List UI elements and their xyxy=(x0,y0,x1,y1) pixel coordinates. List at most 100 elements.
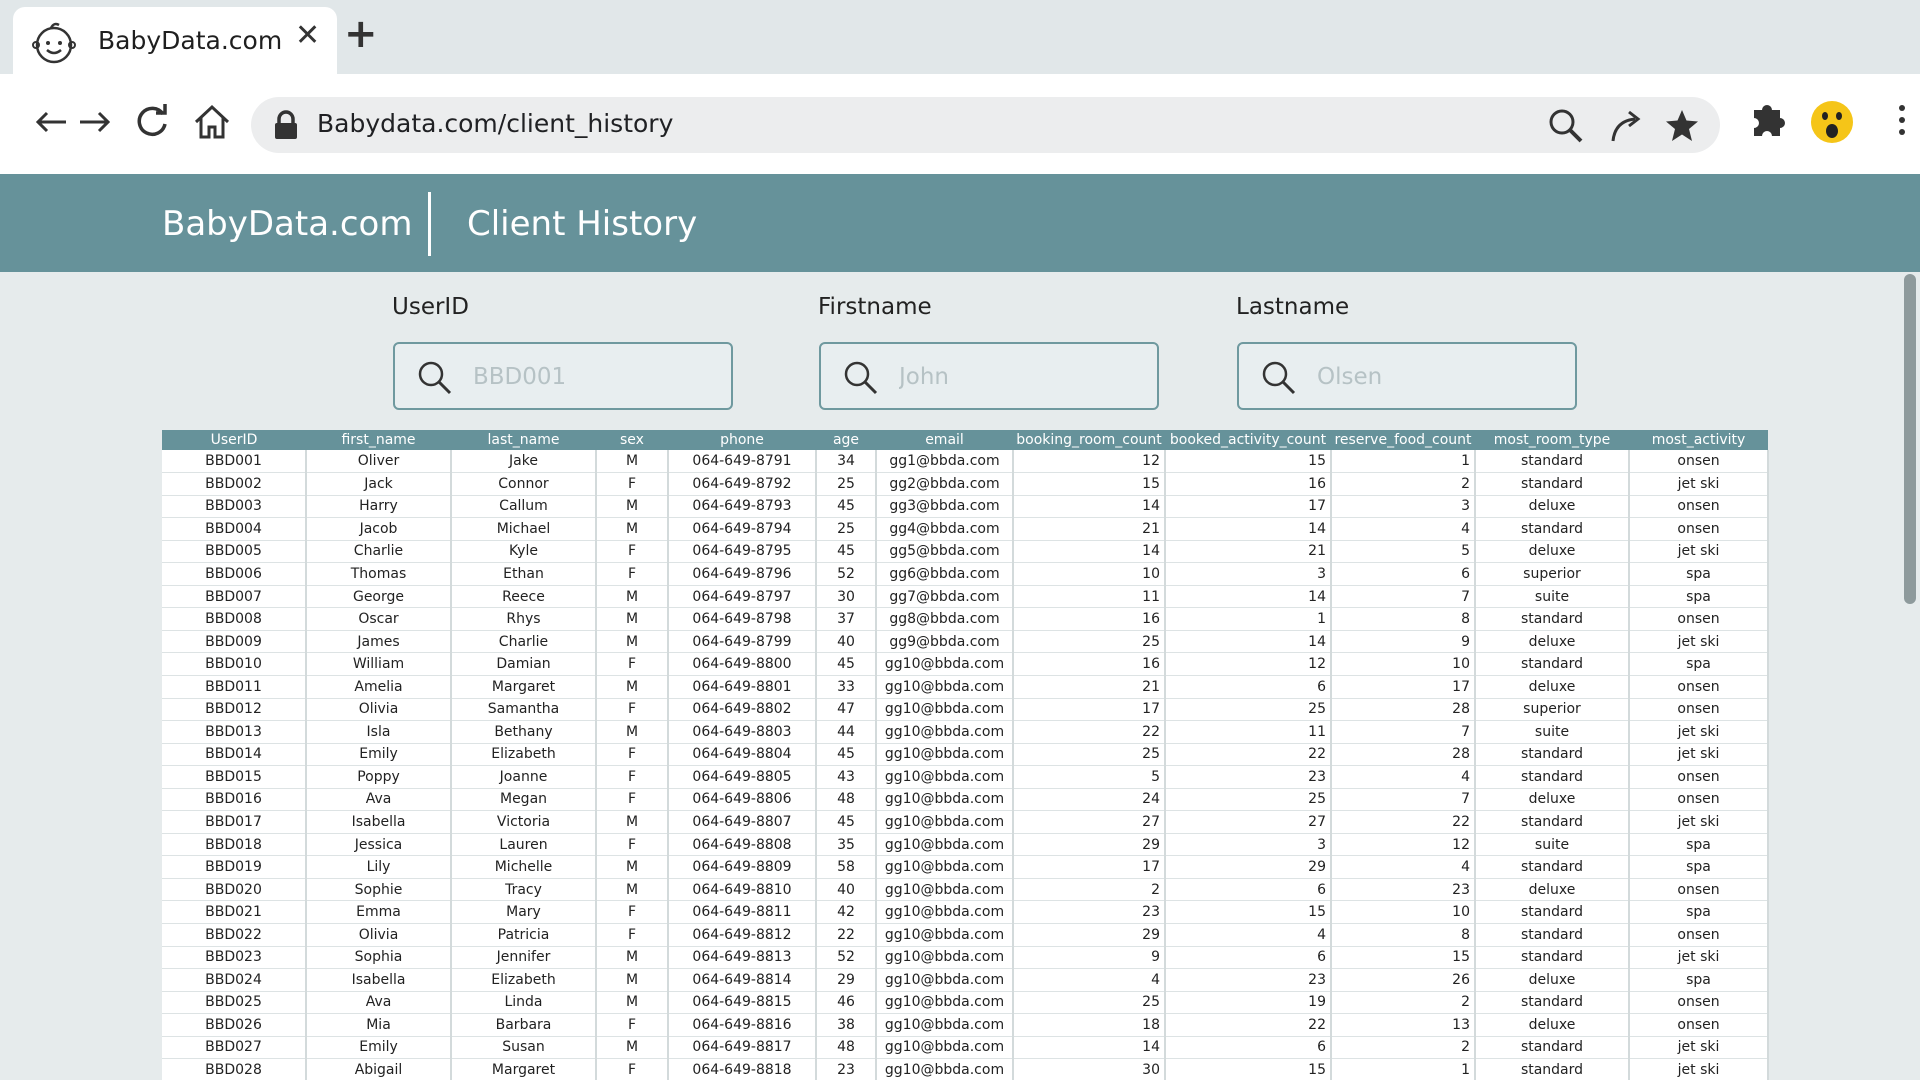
table-row[interactable]: BBD011 Amelia Margaret M 064-649-8801 33 gg10@… xyxy=(162,675,1769,699)
cell-most-room-type: standard xyxy=(1475,946,1630,970)
tab-close-icon[interactable]: ✕ xyxy=(295,21,320,51)
column-header-first-name[interactable]: first_name xyxy=(306,430,451,450)
column-header-reserve-food-count[interactable]: reserve_food_count xyxy=(1331,430,1475,450)
column-header-phone[interactable]: phone xyxy=(668,430,816,450)
column-header-userid[interactable]: UserID xyxy=(162,430,306,450)
cell-booking-room-count: 11 xyxy=(1013,585,1166,609)
browser-tab[interactable]: BabyData.com ✕ xyxy=(13,7,337,74)
cell-reserve-food-count: 1 xyxy=(1331,450,1476,474)
table-row[interactable]: BBD013 Isla Bethany M 064-649-8803 44 gg10@bbd… xyxy=(162,720,1769,744)
table-row[interactable]: BBD024 Isabella Elizabeth M 064-649-8814 29 gg… xyxy=(162,968,1769,992)
cell-most-room-type: standard xyxy=(1475,607,1630,631)
table-row[interactable]: BBD005 Charlie Kyle F 064-649-8795 45 gg5@bbda… xyxy=(162,540,1769,564)
new-tab-button[interactable]: + xyxy=(344,14,378,54)
table-row[interactable]: BBD004 Jacob Michael M 064-649-8794 25 gg4@bbd… xyxy=(162,517,1769,541)
table-row[interactable]: BBD025 Ava Linda M 064-649-8815 46 gg10@bbda.c… xyxy=(162,991,1769,1015)
cell-email: gg10@bbda.com xyxy=(876,923,1014,947)
column-header-most-activity[interactable]: most_activity xyxy=(1629,430,1768,450)
cell-reserve-food-count: 26 xyxy=(1331,968,1476,992)
home-icon[interactable] xyxy=(190,100,234,144)
forward-arrow-icon[interactable] xyxy=(72,100,116,144)
cell-booked-activity-count: 14 xyxy=(1165,630,1332,654)
cell-first-name: George xyxy=(306,585,452,609)
cell-email: gg10@bbda.com xyxy=(876,833,1014,857)
column-header-booking-room-count[interactable]: booking_room_count xyxy=(1013,430,1165,450)
cell-reserve-food-count: 8 xyxy=(1331,607,1476,631)
firstname-search-box[interactable] xyxy=(819,342,1159,410)
baby-face-icon xyxy=(32,22,76,64)
avatar-icon[interactable] xyxy=(1810,98,1854,146)
cell-booked-activity-count: 11 xyxy=(1165,720,1332,744)
cell-most-activity: jet ski xyxy=(1629,1058,1769,1080)
cell-reserve-food-count: 23 xyxy=(1331,878,1476,902)
table-row[interactable]: BBD020 Sophie Tracy M 064-649-8810 40 gg10@bbd… xyxy=(162,878,1769,902)
table-row[interactable]: BBD021 Emma Mary F 064-649-8811 42 gg10@bbda.c… xyxy=(162,900,1769,924)
search-icon[interactable] xyxy=(1547,107,1585,145)
cell-email: gg10@bbda.com xyxy=(876,652,1014,676)
reload-icon[interactable] xyxy=(130,100,174,144)
cell-reserve-food-count: 22 xyxy=(1331,810,1476,834)
cell-last-name: Elizabeth xyxy=(451,968,597,992)
column-header-age[interactable]: age xyxy=(816,430,876,450)
table-row[interactable]: BBD023 Sophia Jennifer M 064-649-8813 52 gg10@… xyxy=(162,946,1769,970)
table-row[interactable]: BBD007 George Reece M 064-649-8797 30 gg7@bbda… xyxy=(162,585,1769,609)
share-icon[interactable] xyxy=(1607,107,1645,145)
cell-email: gg8@bbda.com xyxy=(876,607,1014,631)
table-row[interactable]: BBD015 Poppy Joanne F 064-649-8805 43 gg10@bbd… xyxy=(162,765,1769,789)
table-row[interactable]: BBD026 Mia Barbara F 064-649-8816 38 gg10@bbda… xyxy=(162,1013,1769,1037)
column-header-booked-activity-count[interactable]: booked_activity_count xyxy=(1165,430,1331,450)
firstname-input[interactable] xyxy=(899,358,1139,396)
table-row[interactable]: BBD012 Olivia Samantha F 064-649-8802 47 gg10@… xyxy=(162,698,1769,722)
cell-sex: M xyxy=(596,878,669,902)
column-header-email[interactable]: email xyxy=(876,430,1013,450)
cell-booking-room-count: 30 xyxy=(1013,1058,1166,1080)
address-bar[interactable]: Babydata.com/client_history xyxy=(251,97,1720,153)
cell-email: gg10@bbda.com xyxy=(876,1036,1014,1060)
column-header-most-room-type[interactable]: most_room_type xyxy=(1475,430,1629,450)
cell-first-name: Oliver xyxy=(306,450,452,474)
cell-reserve-food-count: 7 xyxy=(1331,720,1476,744)
cell-last-name: Lauren xyxy=(451,833,597,857)
client-history-table: UserID first_name last_name sex phone age emai… xyxy=(162,430,1769,1080)
table-row[interactable]: BBD016 Ava Megan F 064-649-8806 48 gg10@bbda.c… xyxy=(162,788,1769,812)
table-row[interactable]: BBD002 Jack Connor F 064-649-8792 25 gg2@bbda.… xyxy=(162,472,1769,496)
cell-last-name: Kyle xyxy=(451,540,597,564)
cell-userid: BBD010 xyxy=(162,652,307,676)
cell-sex: F xyxy=(596,833,669,857)
cell-email: gg7@bbda.com xyxy=(876,585,1014,609)
url-text[interactable]: Babydata.com/client_history xyxy=(317,109,673,138)
cell-booked-activity-count: 1 xyxy=(1165,607,1332,631)
userid-search-box[interactable] xyxy=(393,342,733,410)
table-row[interactable]: BBD010 William Damian F 064-649-8800 45 gg10@b… xyxy=(162,652,1769,676)
column-header-last-name[interactable]: last_name xyxy=(451,430,596,450)
cell-first-name: Charlie xyxy=(306,540,452,564)
cell-phone: 064-649-8791 xyxy=(668,450,817,474)
kebab-menu-icon[interactable] xyxy=(1880,96,1920,144)
table-row[interactable]: BBD009 James Charlie M 064-649-8799 40 gg9@bbd… xyxy=(162,630,1769,654)
table-row[interactable]: BBD001 Oliver Jake M 064-649-8791 34 gg1@bbda.… xyxy=(162,450,1769,474)
page-scrollbar[interactable] xyxy=(1904,274,1916,604)
table-row[interactable]: BBD003 Harry Callum M 064-649-8793 45 gg3@bbda… xyxy=(162,495,1769,519)
table-row[interactable]: BBD014 Emily Elizabeth F 064-649-8804 45 gg10@… xyxy=(162,743,1769,767)
table-row[interactable]: BBD019 Lily Michelle M 064-649-8809 58 gg10@bb… xyxy=(162,855,1769,879)
table-row[interactable]: BBD017 Isabella Victoria M 064-649-8807 45 gg1… xyxy=(162,810,1769,834)
userid-input[interactable] xyxy=(473,358,713,396)
lastname-search-box[interactable] xyxy=(1237,342,1577,410)
cell-last-name: Jennifer xyxy=(451,946,597,970)
puzzle-icon[interactable] xyxy=(1746,96,1790,144)
table-row[interactable]: BBD027 Emily Susan M 064-649-8817 48 gg10@bbda… xyxy=(162,1036,1769,1060)
cell-userid: BBD009 xyxy=(162,630,307,654)
cell-most-activity: onsen xyxy=(1629,675,1769,699)
table-row[interactable]: BBD028 Abigail Margaret F 064-649-8818 23 gg10… xyxy=(162,1058,1769,1080)
site-brand[interactable]: BabyData.com xyxy=(162,204,412,244)
cell-userid: BBD020 xyxy=(162,878,307,902)
cell-booked-activity-count: 4 xyxy=(1165,923,1332,947)
lastname-input[interactable] xyxy=(1317,358,1557,396)
column-header-sex[interactable]: sex xyxy=(596,430,668,450)
table-row[interactable]: BBD022 Olivia Patricia F 064-649-8812 22 gg10@… xyxy=(162,923,1769,947)
star-icon[interactable] xyxy=(1663,107,1701,145)
back-arrow-icon[interactable] xyxy=(30,100,74,144)
table-row[interactable]: BBD006 Thomas Ethan F 064-649-8796 52 gg6@bbda… xyxy=(162,562,1769,586)
table-row[interactable]: BBD018 Jessica Lauren F 064-649-8808 35 gg10@b… xyxy=(162,833,1769,857)
table-row[interactable]: BBD008 Oscar Rhys M 064-649-8798 37 gg8@bbda.c… xyxy=(162,607,1769,631)
